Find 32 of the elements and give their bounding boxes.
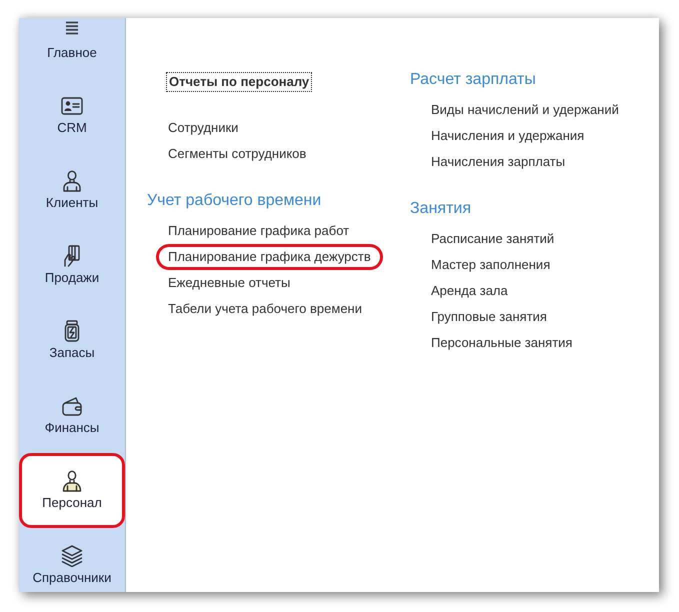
layers-icon xyxy=(61,545,83,567)
menu-link[interactable]: Начисления и удержания xyxy=(431,123,584,149)
section-title: Учет рабочего времени xyxy=(147,191,322,211)
sidebar-item[interactable]: Персонал xyxy=(19,453,125,528)
id-card-icon xyxy=(61,95,83,117)
menu-link[interactable]: Табели учета рабочего времени xyxy=(168,296,362,322)
sidebar-item[interactable]: CRM xyxy=(19,78,125,153)
sidebar-item[interactable]: Справочники xyxy=(19,528,125,592)
menu-link[interactable]: Планирование графика работ xyxy=(168,218,350,244)
menu-link[interactable]: Планирование графика дежурств xyxy=(156,244,383,270)
wallet-icon xyxy=(61,395,83,417)
section-title: Расчет зарплаты xyxy=(410,70,536,90)
section-title: Занятия xyxy=(410,199,471,219)
sidebar-item[interactable]: Запасы xyxy=(19,303,125,378)
menu-link[interactable]: Групповые занятия xyxy=(431,304,547,330)
sidebar-item[interactable]: Клиенты xyxy=(19,153,125,228)
person-icon xyxy=(61,170,83,192)
report-link[interactable]: Отчеты по персоналу xyxy=(166,72,312,92)
sidebar-item[interactable]: Продажи xyxy=(19,228,125,303)
menu-link[interactable]: Персональные занятия xyxy=(431,330,572,356)
sidebar-item[interactable]: Главное xyxy=(19,18,125,78)
person-icon xyxy=(61,470,83,492)
menu-link[interactable]: Виды начислений и удержаний xyxy=(431,97,619,123)
menu-icon xyxy=(65,21,79,35)
sidebar-item[interactable]: Финансы xyxy=(19,378,125,453)
menu-link[interactable]: Начисления зарплаты xyxy=(431,149,566,175)
menu-link[interactable]: Сотрудники xyxy=(168,115,238,141)
menu-link[interactable]: Аренда зала xyxy=(431,278,508,304)
menu-link[interactable]: Ежедневные отчеты xyxy=(168,270,290,296)
menu-link[interactable]: Расписание занятий xyxy=(431,226,554,252)
menu-link[interactable]: Мастер заполнения xyxy=(431,252,550,278)
menu-link[interactable]: Сегменты сотрудников xyxy=(168,141,306,167)
